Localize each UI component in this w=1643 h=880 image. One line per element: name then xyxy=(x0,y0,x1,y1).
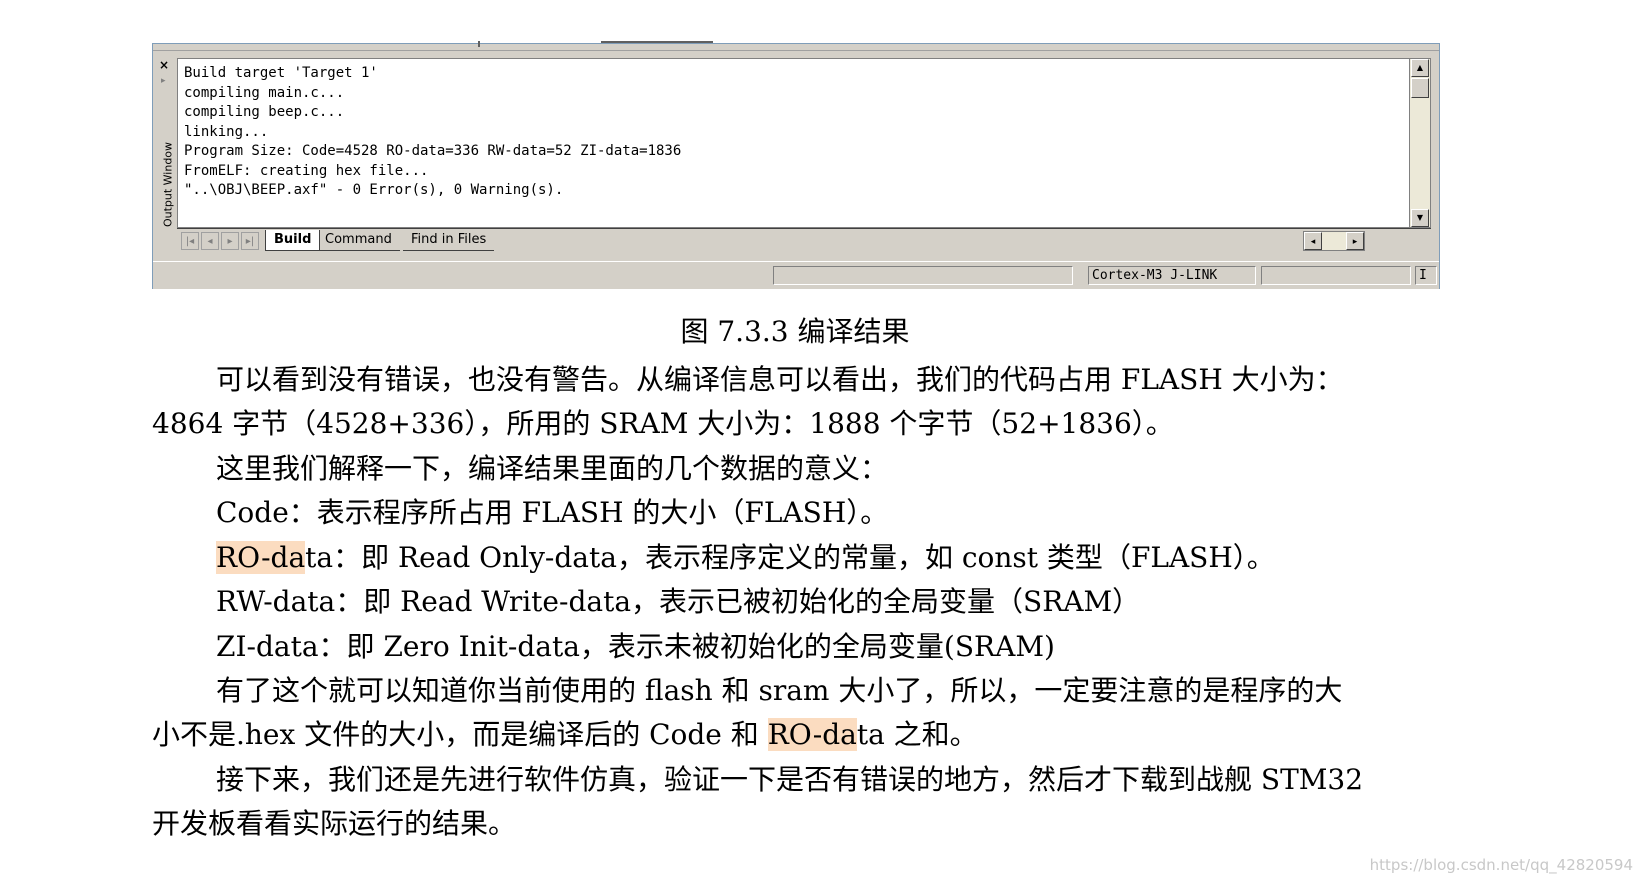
paragraph-line: 接下来，我们还是先进行软件仿真，验证一下是否有错误的地方，然后才下载到战舰 ST… xyxy=(216,763,1364,796)
output-line: compiling beep.c... xyxy=(184,104,345,120)
output-line: FromELF: creating hex file... xyxy=(184,163,429,179)
paragraph-line: 有了这个就可以知道你当前使用的 flash 和 sram 大小了，所以，一定要注… xyxy=(216,674,1343,707)
paragraph-line: RW-data：即 Read Write-data，表示已被初始化的全局变量（S… xyxy=(216,585,1141,618)
status-field-empty xyxy=(773,266,1073,285)
tab-command[interactable]: Command xyxy=(317,230,400,251)
paragraph-line: 小不是.hex 文件的大小，而是编译后的 Code 和 RO-data 之和。 xyxy=(152,713,978,757)
output-window-screenshot: × ▸ Output Window Build target 'Target 1… xyxy=(152,41,1440,289)
last-tab-icon[interactable]: ▸| xyxy=(241,232,259,250)
scroll-right-icon[interactable]: ▸ xyxy=(1346,232,1364,250)
figure-caption: 图 7.3.3 编译结果 xyxy=(680,315,910,348)
paragraph-line: 开发板看看实际运行的结果。 xyxy=(152,807,517,840)
output-window-title: Output Window xyxy=(161,141,175,228)
paragraph-text: ta：即 Read Only-data，表示程序定义的常量，如 const 类型… xyxy=(305,541,1275,574)
horizontal-scrollbar[interactable]: ◂ ▸ xyxy=(1303,231,1365,251)
output-line: Build target 'Target 1' xyxy=(184,65,378,81)
paragraph-line: RO-data：即 Read Only-data，表示程序定义的常量，如 con… xyxy=(216,536,1275,580)
tab-find-in-files[interactable]: Find in Files xyxy=(403,230,495,251)
first-tab-icon[interactable]: |◂ xyxy=(181,232,199,250)
scroll-thumb[interactable] xyxy=(1411,78,1429,98)
paragraph-line: 这里我们解释一下，编译结果里面的几个数据的意义： xyxy=(216,452,889,485)
paragraph-line: Code：表示程序所占用 FLASH 的大小（FLASH）。 xyxy=(216,496,889,529)
output-line: compiling main.c... xyxy=(184,85,345,101)
output-line: linking... xyxy=(184,124,269,140)
output-line: "..\OBJ\BEEP.axf" - 0 Error(s), 0 Warnin… xyxy=(184,182,564,198)
search-highlight: RO-da xyxy=(216,541,306,574)
search-highlight: RO-da xyxy=(767,718,857,751)
scroll-up-icon[interactable]: ▲ xyxy=(1411,59,1429,77)
paragraph-line: 4864 字节（4528+336），所用的 SRAM 大小为：1888 个字节（… xyxy=(152,407,1174,440)
tab-build[interactable]: Build xyxy=(265,230,321,251)
close-icon[interactable]: × xyxy=(159,58,169,72)
scroll-left-icon[interactable]: ◂ xyxy=(1304,232,1322,250)
window-top-edge xyxy=(153,41,1439,51)
status-bar: Cortex-M3 J-LINK I xyxy=(153,261,1439,289)
vertical-scrollbar[interactable]: ▲ ▼ xyxy=(1409,58,1431,228)
scroll-down-icon[interactable]: ▼ xyxy=(1411,209,1429,227)
paragraph-line: ZI-data：即 Zero Init-data，表示未被初始化的全局变量(SR… xyxy=(216,630,1055,663)
next-tab-icon[interactable]: ▸ xyxy=(221,232,239,250)
paragraph-text: ta 之和。 xyxy=(856,718,978,751)
output-tab-bar: |◂ ◂ ▸ ▸| Build Command Find in Files ◂ … xyxy=(177,228,1431,253)
watermark: https://blog.csdn.net/qq_42820594 xyxy=(1369,856,1633,874)
paragraph-line: 可以看到没有错误，也没有警告。从编译信息可以看出，我们的代码占用 FLASH 大… xyxy=(216,363,1344,396)
pin-icon[interactable]: ▸ xyxy=(161,76,166,86)
prev-tab-icon[interactable]: ◂ xyxy=(201,232,219,250)
status-field-empty xyxy=(1261,266,1411,285)
paragraph-text: 小不是.hex 文件的大小，而是编译后的 Code 和 xyxy=(152,718,768,751)
status-debugger: Cortex-M3 J-LINK xyxy=(1088,266,1256,285)
output-window-dock-bar: × ▸ Output Window xyxy=(155,58,175,254)
status-mode: I xyxy=(1415,266,1437,285)
build-output-text-area[interactable]: Build target 'Target 1' compiling main.c… xyxy=(177,58,1409,228)
output-line: Program Size: Code=4528 RO-data=336 RW-d… xyxy=(184,143,682,159)
